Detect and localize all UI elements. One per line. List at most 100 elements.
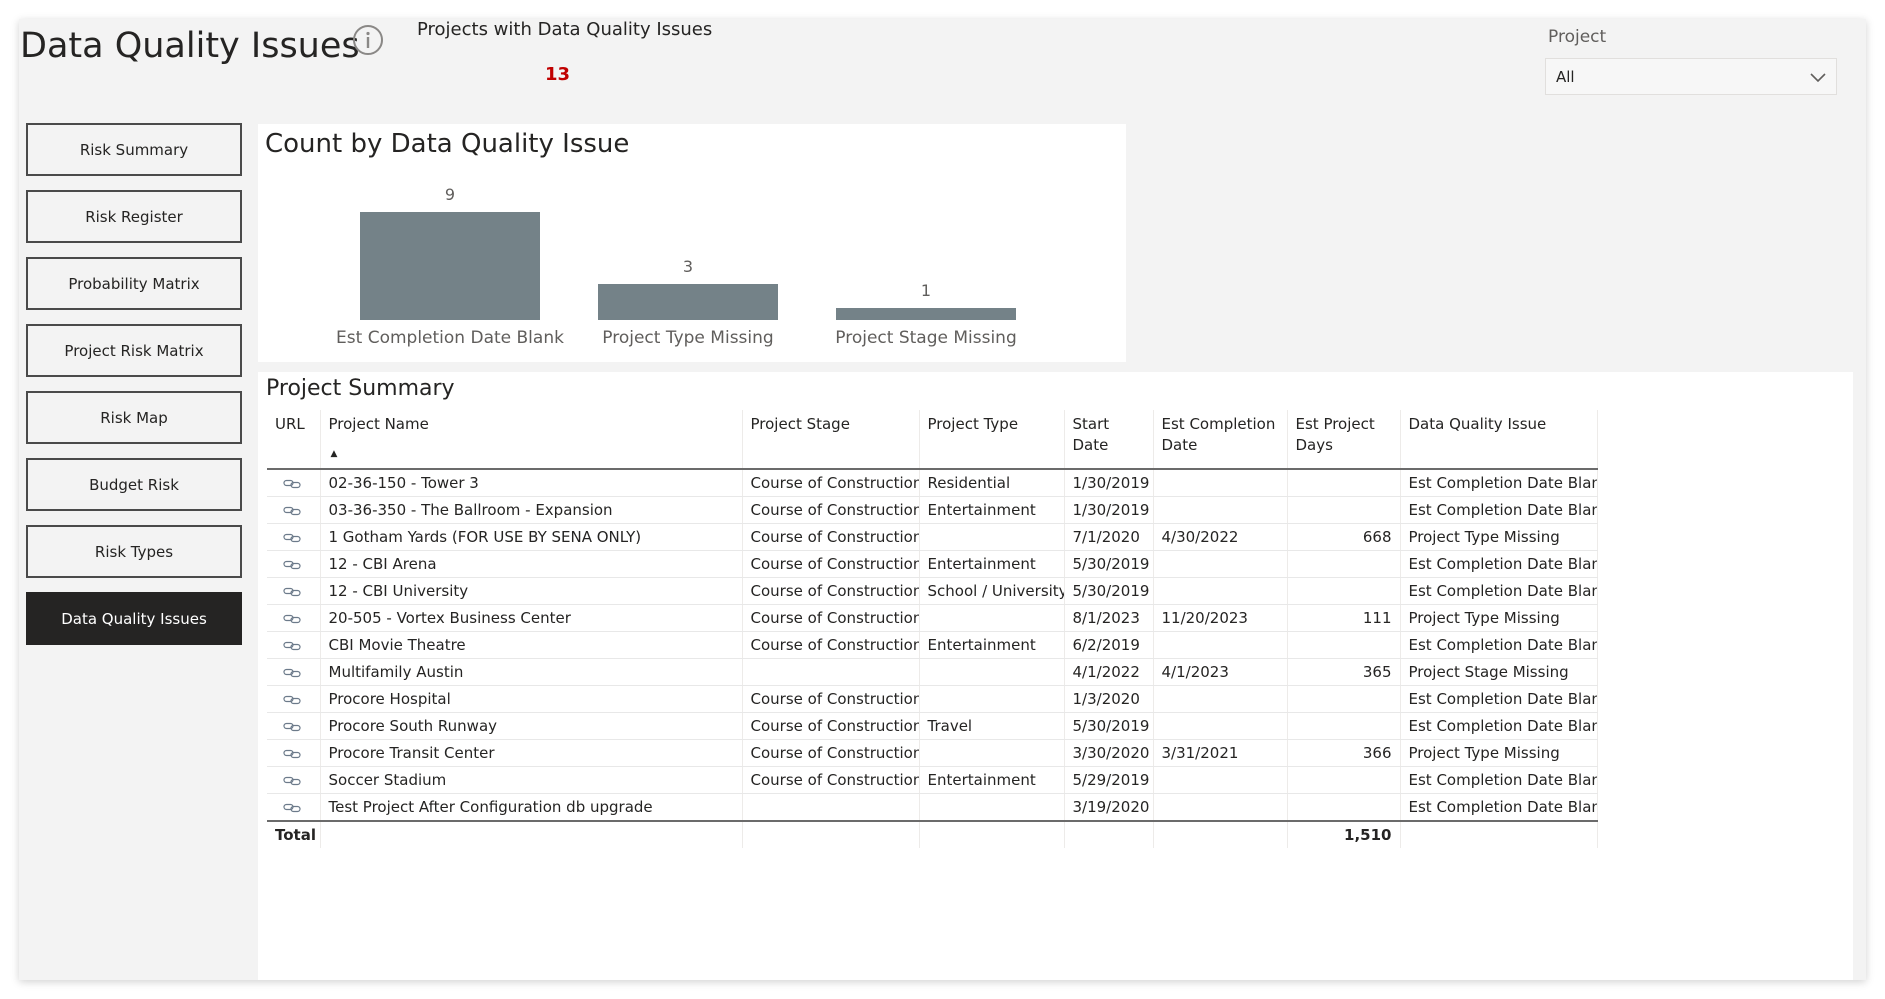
url-cell[interactable] bbox=[267, 793, 321, 822]
column-header-est-project-days[interactable]: Est Project Days bbox=[1287, 410, 1401, 469]
project-summary-table-visual: Project Summary URL Project Name ▲ Project … bbox=[258, 372, 1853, 980]
link-icon[interactable] bbox=[283, 614, 301, 624]
link-icon[interactable] bbox=[283, 803, 301, 813]
table-row: Procore South Runway Course of Constructi… bbox=[267, 712, 1598, 740]
nav-button-risk-map[interactable]: Risk Map bbox=[26, 391, 242, 444]
project-type-cell: Entertainment bbox=[919, 766, 1065, 794]
table-row: 02-36-150 - Tower 3 Course of Constructio… bbox=[267, 469, 1598, 497]
table-body: 02-36-150 - Tower 3 Course of Constructio… bbox=[267, 469, 1598, 822]
start-date-cell: 5/30/2019 bbox=[1064, 550, 1154, 578]
link-icon[interactable] bbox=[283, 587, 301, 597]
column-header-est-completion-date[interactable]: Est Completion Date bbox=[1153, 410, 1288, 469]
nav-button-risk-register[interactable]: Risk Register bbox=[26, 190, 242, 243]
est-completion-date-cell bbox=[1153, 631, 1288, 659]
project-stage-cell: Course of Construction bbox=[742, 523, 920, 551]
nav-button-risk-types[interactable]: Risk Types bbox=[26, 525, 242, 578]
est-project-days-cell bbox=[1287, 550, 1401, 578]
url-cell[interactable] bbox=[267, 685, 321, 713]
project-stage-cell: Course of Construction bbox=[742, 631, 920, 659]
url-cell[interactable] bbox=[267, 604, 321, 632]
bar-est-completion-date-blank[interactable] bbox=[360, 212, 540, 320]
link-icon[interactable] bbox=[283, 668, 301, 678]
link-icon[interactable] bbox=[283, 506, 301, 516]
project-type-cell: Entertainment bbox=[919, 550, 1065, 578]
data-quality-issue-cell: Project Type Missing bbox=[1400, 739, 1598, 767]
column-header-data-quality-issue[interactable]: Data Quality Issue bbox=[1400, 410, 1598, 469]
nav-button-project-risk-matrix[interactable]: Project Risk Matrix bbox=[26, 324, 242, 377]
url-cell[interactable] bbox=[267, 631, 321, 659]
column-header-label: Est Completion Date bbox=[1161, 415, 1276, 454]
data-quality-issue-cell: Project Type Missing bbox=[1400, 604, 1598, 632]
url-cell[interactable] bbox=[267, 658, 321, 686]
est-completion-date-cell bbox=[1153, 793, 1288, 822]
link-icon[interactable] bbox=[283, 479, 301, 489]
nav-button-data-quality-issues[interactable]: Data Quality Issues bbox=[26, 592, 242, 645]
project-type-cell bbox=[919, 658, 1065, 686]
total-label: Total bbox=[267, 820, 321, 848]
est-project-days-cell: 366 bbox=[1287, 739, 1401, 767]
chevron-down-icon bbox=[1810, 72, 1826, 82]
data-quality-issue-cell: Est Completion Date Blank bbox=[1400, 712, 1598, 740]
project-stage-cell: Course of Construction bbox=[742, 712, 920, 740]
project-stage-cell: Course of Construction bbox=[742, 739, 920, 767]
url-cell[interactable] bbox=[267, 712, 321, 740]
start-date-cell: 4/1/2022 bbox=[1064, 658, 1154, 686]
bar-data-label: 1 bbox=[921, 281, 931, 300]
data-quality-issue-cell: Est Completion Date Blank bbox=[1400, 631, 1598, 659]
project-slicer-value: All bbox=[1556, 67, 1575, 86]
link-icon[interactable] bbox=[283, 749, 301, 759]
count-by-issue-chart: Count by Data Quality Issue 9 Est Complet… bbox=[258, 124, 1126, 362]
project-stage-cell bbox=[742, 658, 920, 686]
project-name-cell: Procore South Runway bbox=[320, 712, 743, 740]
column-header-start-date[interactable]: Start Date bbox=[1064, 410, 1154, 469]
bar-data-label: 9 bbox=[445, 185, 455, 204]
est-project-days-cell bbox=[1287, 469, 1401, 497]
nav-button-probability-matrix[interactable]: Probability Matrix bbox=[26, 257, 242, 310]
url-cell[interactable] bbox=[267, 739, 321, 767]
column-header-project-name[interactable]: Project Name ▲ bbox=[320, 410, 743, 469]
link-icon[interactable] bbox=[283, 560, 301, 570]
link-icon[interactable] bbox=[283, 641, 301, 651]
project-name-cell: 03-36-350 - The Ballroom - Expansion bbox=[320, 496, 743, 524]
data-quality-issue-cell: Project Type Missing bbox=[1400, 523, 1598, 551]
est-completion-date-cell: 3/31/2021 bbox=[1153, 739, 1288, 767]
url-cell[interactable] bbox=[267, 550, 321, 578]
nav-button-budget-risk[interactable]: Budget Risk bbox=[26, 458, 242, 511]
project-slicer-dropdown[interactable]: All bbox=[1545, 58, 1837, 95]
data-quality-issue-cell: Est Completion Date Blank bbox=[1400, 469, 1598, 497]
url-cell[interactable] bbox=[267, 766, 321, 794]
est-completion-date-cell bbox=[1153, 685, 1288, 713]
project-type-cell bbox=[919, 685, 1065, 713]
start-date-cell: 5/30/2019 bbox=[1064, 577, 1154, 605]
start-date-cell: 3/19/2020 bbox=[1064, 793, 1154, 822]
project-type-cell bbox=[919, 604, 1065, 632]
est-completion-date-cell: 4/1/2023 bbox=[1153, 658, 1288, 686]
start-date-cell: 1/3/2020 bbox=[1064, 685, 1154, 713]
est-completion-date-cell bbox=[1153, 577, 1288, 605]
project-name-cell: 1 Gotham Yards (FOR USE BY SENA ONLY) bbox=[320, 523, 743, 551]
link-icon[interactable] bbox=[283, 722, 301, 732]
url-cell[interactable] bbox=[267, 496, 321, 524]
table-row: 03-36-350 - The Ballroom - Expansion Cour… bbox=[267, 496, 1598, 524]
project-stage-cell: Course of Construction bbox=[742, 496, 920, 524]
url-cell[interactable] bbox=[267, 523, 321, 551]
column-header-project-type[interactable]: Project Type bbox=[919, 410, 1065, 469]
nav-button-risk-summary[interactable]: Risk Summary bbox=[26, 123, 242, 176]
data-quality-issue-cell: Est Completion Date Blank bbox=[1400, 550, 1598, 578]
column-header-url[interactable]: URL bbox=[267, 410, 321, 469]
info-icon[interactable] bbox=[352, 24, 384, 56]
link-icon[interactable] bbox=[283, 776, 301, 786]
column-header-project-stage[interactable]: Project Stage bbox=[742, 410, 920, 469]
table-header-row: URL Project Name ▲ Project Stage Project Typ… bbox=[267, 410, 1598, 469]
bar-project-type-missing[interactable] bbox=[598, 284, 778, 320]
data-quality-issue-cell: Est Completion Date Blank bbox=[1400, 577, 1598, 605]
column-header-label: Data Quality Issue bbox=[1408, 415, 1547, 433]
bar-project-stage-missing[interactable] bbox=[836, 308, 1016, 320]
link-icon[interactable] bbox=[283, 533, 301, 543]
column-header-label: URL bbox=[275, 415, 305, 433]
project-type-cell bbox=[919, 739, 1065, 767]
est-project-days-cell bbox=[1287, 712, 1401, 740]
url-cell[interactable] bbox=[267, 469, 321, 497]
url-cell[interactable] bbox=[267, 577, 321, 605]
link-icon[interactable] bbox=[283, 695, 301, 705]
